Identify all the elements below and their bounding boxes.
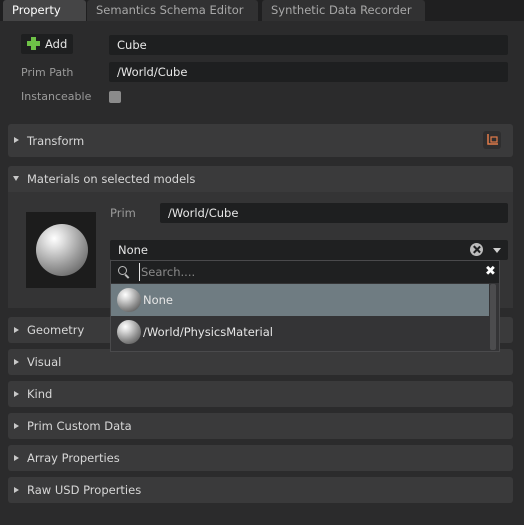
list-item[interactable]: /World/PhysicsMaterial bbox=[111, 316, 489, 348]
section-array-properties-title: Array Properties bbox=[27, 451, 120, 465]
instanceable-checkbox[interactable] bbox=[109, 91, 121, 103]
chevron-right-icon bbox=[14, 487, 19, 493]
chevron-right-icon bbox=[14, 137, 19, 143]
section-array-properties[interactable]: Array Properties bbox=[8, 445, 513, 471]
section-visual[interactable]: Visual bbox=[8, 349, 513, 375]
prim-path-field[interactable]: /World/Cube bbox=[109, 62, 508, 82]
section-materials-title: Materials on selected models bbox=[27, 172, 196, 186]
material-combo-value: None bbox=[118, 243, 149, 257]
add-button-label: Add bbox=[45, 37, 68, 51]
close-icon[interactable]: ✖ bbox=[485, 265, 496, 278]
list-item[interactable]: None bbox=[111, 284, 489, 316]
list-item-label: None bbox=[143, 293, 174, 307]
clear-icon[interactable] bbox=[470, 243, 483, 256]
chevron-right-icon bbox=[14, 423, 19, 429]
chevron-right-icon bbox=[14, 391, 19, 397]
section-transform-title: Transform bbox=[27, 134, 85, 148]
section-prim-custom-data[interactable]: Prim Custom Data bbox=[8, 413, 513, 439]
add-button[interactable]: Add bbox=[21, 34, 73, 54]
section-visual-title: Visual bbox=[27, 355, 62, 369]
prim-name-field[interactable]: Cube bbox=[109, 35, 508, 55]
material-sphere-thumbnail bbox=[36, 224, 88, 276]
material-preview bbox=[26, 212, 96, 288]
section-prim-custom-data-title: Prim Custom Data bbox=[27, 419, 132, 433]
list-item-label: /World/PhysicsMaterial bbox=[143, 325, 273, 339]
chevron-down-icon bbox=[13, 176, 19, 181]
section-materials[interactable]: Materials on selected models bbox=[8, 166, 513, 192]
chevron-down-icon[interactable] bbox=[493, 248, 501, 253]
material-ball-icon bbox=[117, 320, 141, 344]
material-combo[interactable]: None bbox=[110, 240, 508, 260]
instanceable-label: Instanceable bbox=[21, 90, 92, 103]
material-ball-icon bbox=[117, 288, 141, 312]
section-kind[interactable]: Kind bbox=[8, 381, 513, 407]
dropdown-search-row: ✖ bbox=[111, 261, 499, 283]
section-kind-title: Kind bbox=[27, 387, 53, 401]
search-input[interactable] bbox=[139, 263, 481, 281]
material-dropdown: ✖ None /World/PhysicsMaterial bbox=[110, 260, 500, 352]
tab-synthetic-data-recorder[interactable]: Synthetic Data Recorder bbox=[262, 0, 425, 21]
chevron-right-icon bbox=[14, 455, 19, 461]
tab-property[interactable]: Property bbox=[3, 0, 86, 21]
section-geometry-title: Geometry bbox=[27, 323, 85, 337]
plus-icon bbox=[26, 36, 41, 51]
tab-semantics-schema-editor[interactable]: Semantics Schema Editor bbox=[87, 0, 258, 21]
section-raw-usd-properties-title: Raw USD Properties bbox=[27, 483, 142, 497]
transform-frame-icon[interactable] bbox=[483, 131, 501, 149]
section-raw-usd-properties[interactable]: Raw USD Properties bbox=[8, 477, 513, 503]
chevron-right-icon bbox=[14, 327, 19, 333]
material-prim-field[interactable]: /World/Cube bbox=[160, 203, 508, 223]
section-transform[interactable]: Transform bbox=[8, 124, 513, 157]
prim-path-label: Prim Path bbox=[21, 66, 74, 79]
prim-label: Prim bbox=[110, 206, 136, 220]
dropdown-scrollbar[interactable] bbox=[490, 284, 496, 350]
search-icon bbox=[118, 266, 127, 275]
chevron-right-icon bbox=[14, 359, 19, 365]
